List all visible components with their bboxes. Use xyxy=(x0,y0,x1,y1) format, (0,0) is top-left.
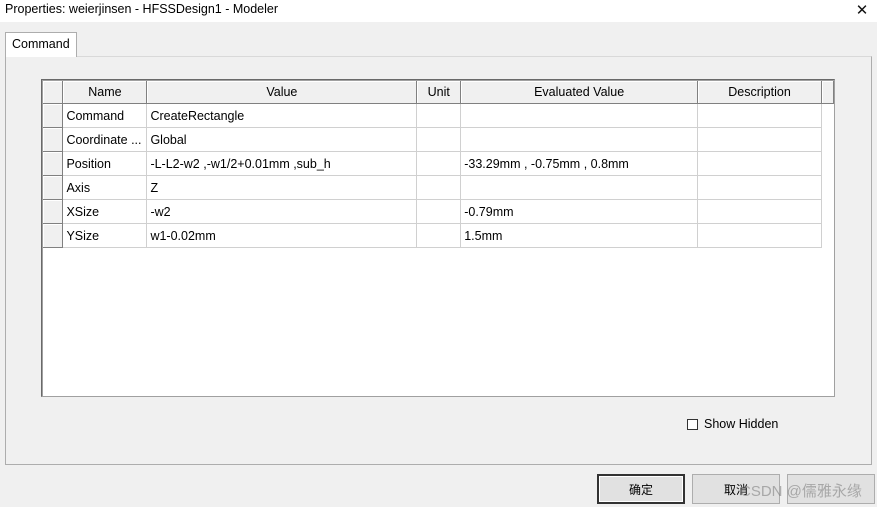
table-row[interactable]: Position -L-L2-w2 ,-w1/2+0.01mm ,sub_h -… xyxy=(43,151,834,176)
cell-name[interactable]: Coordinate ... xyxy=(62,127,148,152)
cell-unit[interactable] xyxy=(416,103,462,128)
cell-unit[interactable] xyxy=(416,223,462,248)
cell-value[interactable]: -w2 xyxy=(146,199,418,224)
table-row[interactable]: XSize -w2 -0.79mm xyxy=(43,199,834,224)
show-hidden-checkbox[interactable] xyxy=(687,418,698,430)
cell-value[interactable]: CreateRectangle xyxy=(146,103,418,128)
cell-unit[interactable] xyxy=(416,175,462,200)
cell-unit[interactable] xyxy=(416,199,462,224)
properties-grid[interactable]: Name Value Unit Evaluated Value Descript… xyxy=(41,79,835,397)
cell-value[interactable]: Global xyxy=(146,127,418,152)
cell-evaluated-value xyxy=(460,103,699,128)
cell-name[interactable]: Position xyxy=(62,151,148,176)
show-hidden-label: Show Hidden xyxy=(704,417,779,431)
tab-command[interactable]: Command xyxy=(5,32,77,57)
cell-name[interactable]: XSize xyxy=(62,199,148,224)
column-header-description[interactable]: Description xyxy=(697,81,822,104)
table-row[interactable]: Command CreateRectangle xyxy=(43,103,834,128)
partially-hidden-button[interactable] xyxy=(787,474,875,504)
column-header-evaluated-value[interactable]: Evaluated Value xyxy=(460,81,699,104)
table-row[interactable]: Coordinate ... Global xyxy=(43,127,834,152)
column-header-filler xyxy=(821,81,834,104)
title-bar[interactable]: Properties: weierjinsen - HFSSDesign1 - … xyxy=(0,0,877,22)
cell-unit[interactable] xyxy=(416,151,462,176)
column-header-unit[interactable]: Unit xyxy=(416,81,462,104)
cell-description[interactable] xyxy=(697,199,822,224)
cell-evaluated-value xyxy=(460,175,699,200)
cell-name[interactable]: Command xyxy=(62,103,148,128)
show-hidden-option[interactable]: Show Hidden xyxy=(687,417,778,431)
cell-description[interactable] xyxy=(697,175,822,200)
cell-description[interactable] xyxy=(697,127,822,152)
cell-name[interactable]: Axis xyxy=(62,175,148,200)
grid-header-row: Name Value Unit Evaluated Value Descript… xyxy=(43,81,834,104)
cell-name[interactable]: YSize xyxy=(62,223,148,248)
cell-evaluated-value: -33.29mm , -0.75mm , 0.8mm xyxy=(460,151,699,176)
close-icon[interactable]: ✕ xyxy=(847,0,877,20)
row-header[interactable] xyxy=(43,175,64,200)
column-header-value[interactable]: Value xyxy=(146,81,418,104)
row-header[interactable] xyxy=(43,151,64,176)
cell-description[interactable] xyxy=(697,103,822,128)
table-row[interactable]: Axis Z xyxy=(43,175,834,200)
cell-value[interactable]: w1-0.02mm xyxy=(146,223,418,248)
column-header-name[interactable]: Name xyxy=(62,81,148,104)
cell-evaluated-value: 1.5mm xyxy=(460,223,699,248)
properties-window: Properties: weierjinsen - HFSSDesign1 - … xyxy=(0,0,877,507)
row-header[interactable] xyxy=(43,127,64,152)
cell-description[interactable] xyxy=(697,151,822,176)
cell-evaluated-value xyxy=(460,127,699,152)
cell-value[interactable]: Z xyxy=(146,175,418,200)
cell-description[interactable] xyxy=(697,223,822,248)
cell-evaluated-value: -0.79mm xyxy=(460,199,699,224)
properties-table: Name Value Unit Evaluated Value Descript… xyxy=(43,81,834,248)
cell-unit[interactable] xyxy=(416,127,462,152)
cancel-button[interactable]: 取消 xyxy=(692,474,780,504)
row-header[interactable] xyxy=(43,103,64,128)
row-header[interactable] xyxy=(43,199,64,224)
row-header[interactable] xyxy=(43,223,64,248)
table-row[interactable]: YSize w1-0.02mm 1.5mm xyxy=(43,223,834,248)
grid-corner-cell[interactable] xyxy=(43,81,64,104)
ok-button[interactable]: 确定 xyxy=(597,474,685,504)
cell-value[interactable]: -L-L2-w2 ,-w1/2+0.01mm ,sub_h xyxy=(146,151,418,176)
window-title: Properties: weierjinsen - HFSSDesign1 - … xyxy=(5,2,279,16)
